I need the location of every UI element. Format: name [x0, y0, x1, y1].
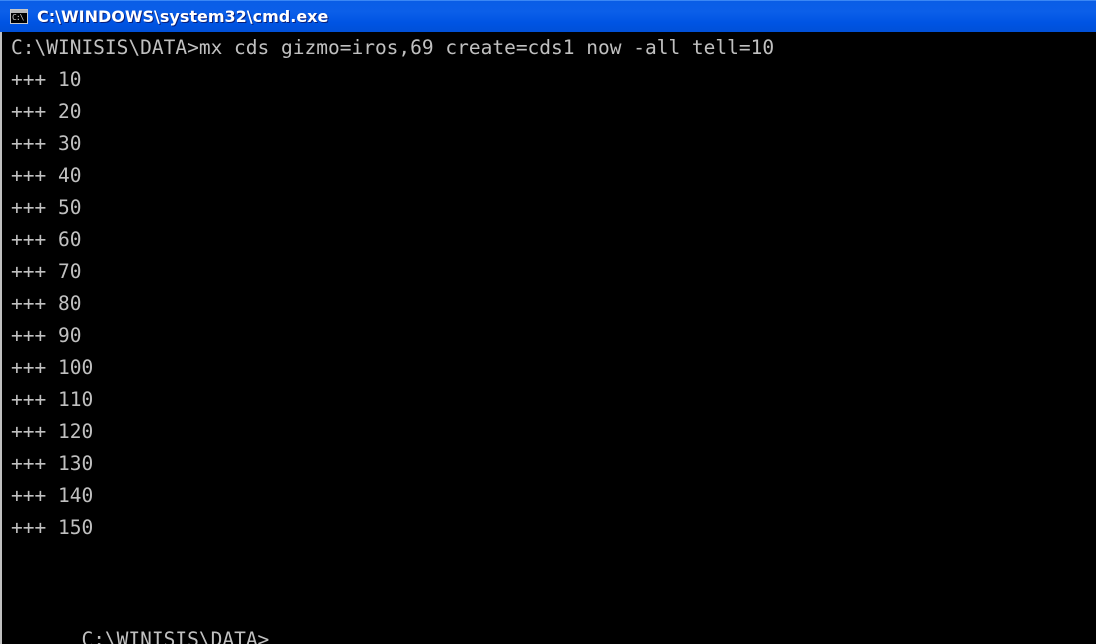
output-line: +++ 100 [11, 356, 94, 379]
prompt-line[interactable]: C:\WINISIS\DATA> [11, 592, 282, 644]
window-title: C:\WINDOWS\system32\cmd.exe [37, 7, 329, 26]
output-line: +++ 30 [11, 132, 82, 155]
output-line: +++ 140 [11, 484, 94, 507]
output-line: +++ 80 [11, 292, 82, 315]
command-line: C:\WINISIS\DATA>mx cds gizmo=iros,69 cre… [11, 36, 775, 59]
output-line: +++ 130 [11, 452, 94, 475]
output-line: +++ 50 [11, 196, 82, 219]
cmd-window: C:\ C:\WINDOWS\system32\cmd.exe C:\WINIS… [0, 0, 1096, 644]
output-line: +++ 70 [11, 260, 82, 283]
output-line: +++ 40 [11, 164, 82, 187]
output-line: +++ 60 [11, 228, 82, 251]
output-line: +++ 10 [11, 68, 82, 91]
output-line: +++ 120 [11, 420, 94, 443]
output-line: +++ 150 [11, 516, 94, 539]
output-line: +++ 20 [11, 100, 82, 123]
console-icon-glyph: C:\ [12, 13, 24, 22]
cmd-console-icon[interactable]: C:\ [10, 9, 28, 24]
output-line: +++ 110 [11, 388, 94, 411]
output-line: +++ 90 [11, 324, 82, 347]
console-output-area[interactable]: C:\WINISIS\DATA>mx cds gizmo=iros,69 cre… [0, 32, 1096, 644]
prompt-text: C:\WINISIS\DATA> [81, 628, 270, 644]
title-bar[interactable]: C:\ C:\WINDOWS\system32\cmd.exe [0, 0, 1096, 32]
